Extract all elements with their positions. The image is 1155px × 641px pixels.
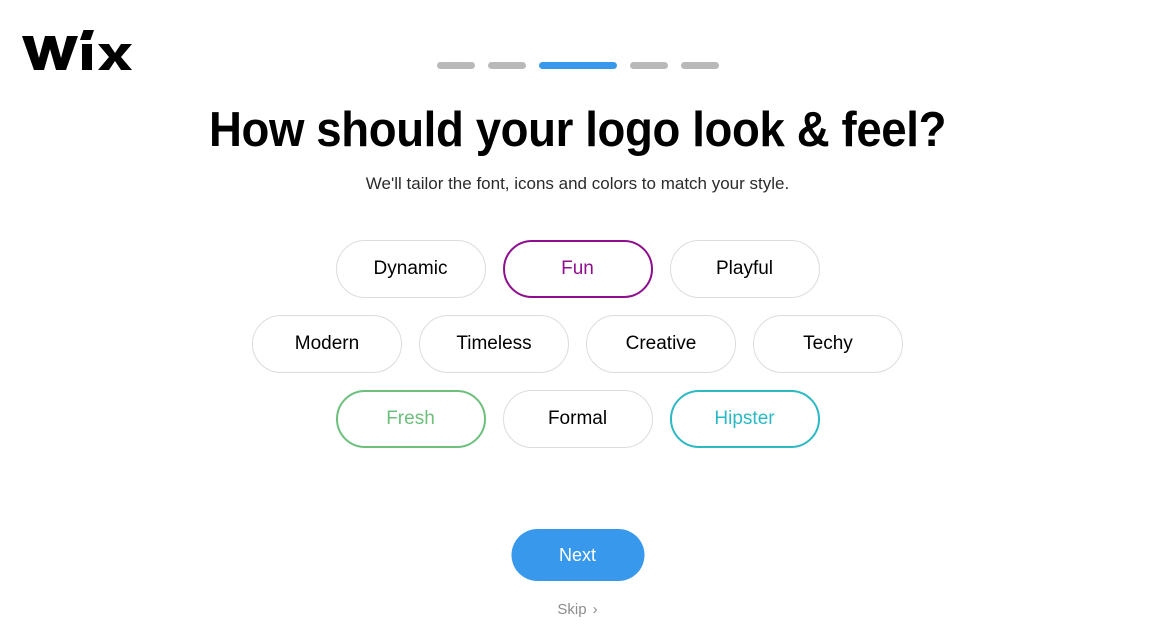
style-chip-modern[interactable]: Modern	[252, 315, 402, 373]
style-chip-dynamic[interactable]: Dynamic	[335, 240, 486, 298]
progress-step-3-active	[538, 62, 617, 69]
style-chip-hipster[interactable]: Hipster	[669, 390, 820, 448]
skip-link[interactable]: Skip ›	[0, 601, 1155, 618]
style-options-row-3: Fresh Formal Hipster	[0, 390, 1155, 448]
progress-step-2	[487, 62, 526, 69]
progress-indicator	[0, 62, 1155, 69]
style-options-row-1: Dynamic Fun Playful	[0, 240, 1155, 298]
style-chip-fun[interactable]: Fun	[502, 240, 653, 298]
style-options-group: Dynamic Fun Playful Modern Timeless Crea…	[0, 240, 1155, 465]
style-chip-techy[interactable]: Techy	[753, 315, 903, 373]
style-chip-formal[interactable]: Formal	[502, 390, 653, 448]
style-chip-playful[interactable]: Playful	[669, 240, 820, 298]
style-chip-timeless[interactable]: Timeless	[419, 315, 569, 373]
style-options-row-2: Modern Timeless Creative Techy	[0, 315, 1155, 373]
page-title: How should your logo look & feel?	[208, 103, 947, 157]
logo-style-selection-page: How should your logo look & feel? We'll …	[0, 0, 1155, 641]
chevron-right-icon: ›	[592, 601, 598, 618]
skip-label: Skip	[557, 601, 587, 618]
progress-step-1	[436, 62, 475, 69]
style-chip-fresh[interactable]: Fresh	[335, 390, 486, 448]
progress-step-4	[629, 62, 668, 69]
style-chip-creative[interactable]: Creative	[586, 315, 736, 373]
page-subtitle: We'll tailor the font, icons and colors …	[365, 174, 790, 193]
progress-step-5	[680, 62, 719, 69]
next-button[interactable]: Next	[511, 529, 644, 581]
